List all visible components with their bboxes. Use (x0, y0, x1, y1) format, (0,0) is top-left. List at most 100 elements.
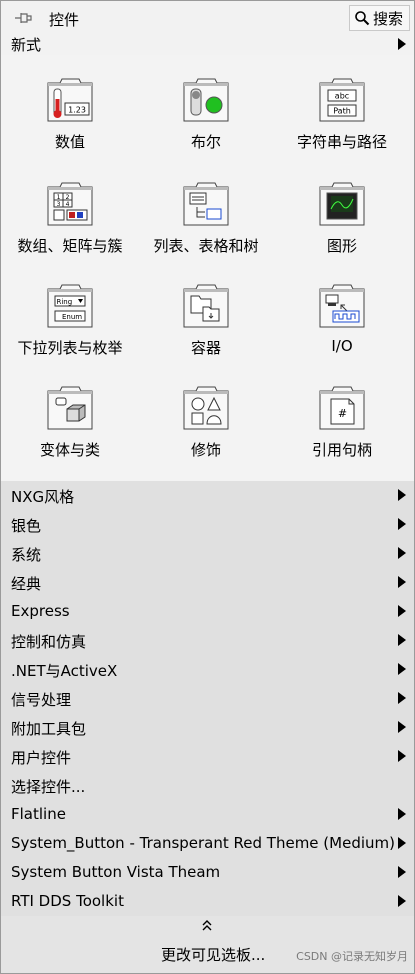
array-cell-text: 3 (57, 201, 61, 208)
category-classic[interactable]: 经典 (1, 568, 414, 597)
category-label: 控制和仿真 (11, 633, 87, 651)
variant-class-icon (47, 386, 93, 430)
category-nxg-style[interactable]: NXG风格 (1, 481, 414, 510)
palette-item-label: 容器 (190, 339, 221, 357)
submenu-arrow-icon (398, 866, 406, 878)
pin-icon[interactable] (13, 9, 33, 27)
array-matrix-cluster-icon: 1 2 3 4 (47, 182, 93, 226)
search-button[interactable]: 搜索 (348, 5, 410, 31)
category-label: Express (11, 602, 70, 620)
submenu-arrow-icon (398, 663, 406, 675)
category-addons[interactable]: 附加工具包 (1, 713, 414, 742)
refnum-icon-text: # (338, 407, 347, 420)
category-label: System_Button - Transperant Red Theme (M… (11, 834, 395, 852)
submenu-arrow-icon (398, 895, 406, 907)
submenu-arrow-icon (398, 721, 406, 733)
array-cell-text: 2 (66, 194, 70, 201)
palette-item-label: 字符串与路径 (296, 133, 387, 151)
palette-item-decorations[interactable]: 修饰 (141, 367, 271, 467)
category-label: System Button Vista Theam (11, 863, 221, 881)
controls-palette-window: 控件 搜索 新式 1.23 数值 布尔 abc Path 字符串与路径 1 2 … (0, 0, 415, 974)
palette-item-label: 布尔 (190, 133, 221, 151)
ring-enum-icon: Ring Enum (47, 284, 93, 328)
submenu-arrow-icon (398, 750, 406, 762)
enum-icon-text: Enum (62, 313, 82, 321)
palette-grid: 1.23 数值 布尔 abc Path 字符串与路径 1 2 3 4 数组、矩阵… (1, 55, 414, 481)
submenu-arrow-icon (398, 692, 406, 704)
category-label: 选择控件... (11, 778, 86, 796)
category-label: .NET与ActiveX (11, 662, 118, 680)
new-style-category[interactable]: 新式 (1, 33, 414, 55)
palette-footer: 更改可见选板... CSDN @记录无知岁月 (1, 916, 414, 973)
decorations-icon (183, 386, 229, 430)
category-control-simulation[interactable]: 控制和仿真 (1, 626, 414, 655)
numeric-icon: 1.23 (47, 78, 93, 122)
boolean-icon (183, 78, 229, 122)
palette-item-string-path[interactable]: abc Path 字符串与路径 (277, 59, 407, 159)
submenu-arrow-icon (398, 837, 406, 849)
collapse-chevron-icon[interactable] (199, 918, 215, 932)
ring-icon-text: Ring (57, 298, 73, 306)
watermark: CSDN @记录无知岁月 (296, 950, 408, 963)
category-label: 信号处理 (11, 691, 72, 709)
palette-item-label: 数组、矩阵与簇 (17, 237, 123, 255)
category-system[interactable]: 系统 (1, 539, 414, 568)
category-dotnet-activex[interactable]: .NET与ActiveX (1, 655, 414, 684)
array-cell-text: 4 (66, 201, 70, 208)
palette-item-list-table-tree[interactable]: 列表、表格和树 (141, 163, 271, 263)
refnum-icon: # (319, 386, 365, 430)
category-label: 经典 (11, 575, 42, 593)
submenu-arrow-icon (398, 547, 406, 559)
category-label: 附加工具包 (11, 720, 87, 738)
palette-item-graph[interactable]: 图形 (277, 163, 407, 263)
containers-icon (183, 284, 229, 328)
submenu-arrow-icon (398, 38, 406, 50)
search-label: 搜索 (372, 9, 403, 28)
category-signal-processing[interactable]: 信号处理 (1, 684, 414, 713)
palette-title: 控件 (49, 11, 80, 29)
select-control-item[interactable]: 选择控件... (1, 771, 414, 800)
category-silver[interactable]: 银色 (1, 510, 414, 539)
numeric-icon-text: 1.23 (68, 106, 86, 115)
palette-item-array-matrix-cluster[interactable]: 1 2 3 4 数组、矩阵与簇 (5, 163, 135, 263)
palette-item-label: 修饰 (190, 441, 221, 459)
palette-item-label: 数值 (54, 133, 85, 151)
palette-item-numeric[interactable]: 1.23 数值 (5, 59, 135, 159)
palette-item-label: 引用句柄 (311, 441, 372, 459)
palette-item-ring-enum[interactable]: Ring Enum 下拉列表与枚举 (5, 265, 135, 365)
palette-item-boolean[interactable]: 布尔 (141, 59, 271, 159)
category-system-button-red[interactable]: System_Button - Transperant Red Theme (M… (1, 829, 414, 858)
submenu-arrow-icon (398, 808, 406, 820)
new-style-label: 新式 (11, 36, 42, 54)
palette-item-io[interactable]: I/O (277, 265, 407, 365)
category-label: NXG风格 (11, 488, 75, 506)
io-icon (319, 284, 365, 328)
search-icon (355, 11, 370, 26)
category-express[interactable]: Express (1, 597, 414, 626)
graph-icon (319, 182, 365, 226)
category-system-button-vista[interactable]: System Button Vista Theam (1, 858, 414, 887)
palette-item-label: 变体与类 (39, 441, 100, 459)
string-path-icon: abc Path (319, 78, 365, 122)
palette-category-list: NXG风格 银色 系统 经典 Express 控制和仿真 .NET与Active… (1, 481, 414, 916)
category-label: 系统 (11, 546, 42, 564)
category-rti-dds-toolkit[interactable]: RTI DDS Toolkit (1, 887, 414, 916)
string-icon-text: abc (335, 92, 349, 101)
palette-item-containers[interactable]: 容器 (141, 265, 271, 365)
category-label: 用户控件 (11, 749, 72, 767)
palette-item-refnum[interactable]: # 引用句柄 (277, 367, 407, 467)
palette-item-variant-class[interactable]: 变体与类 (5, 367, 135, 467)
submenu-arrow-icon (398, 576, 406, 588)
submenu-arrow-icon (398, 489, 406, 501)
category-label: Flatline (11, 805, 66, 823)
palette-item-label: 图形 (326, 237, 357, 255)
list-table-tree-icon (183, 182, 229, 226)
category-user-controls[interactable]: 用户控件 (1, 742, 414, 771)
submenu-arrow-icon (398, 634, 406, 646)
category-flatline[interactable]: Flatline (1, 800, 414, 829)
change-visible-palettes-button[interactable]: 更改可见选板... (161, 944, 265, 965)
path-icon-text: Path (333, 107, 351, 116)
array-cell-text: 1 (57, 194, 61, 201)
palette-item-label: I/O (331, 337, 353, 355)
category-label: RTI DDS Toolkit (11, 892, 124, 910)
